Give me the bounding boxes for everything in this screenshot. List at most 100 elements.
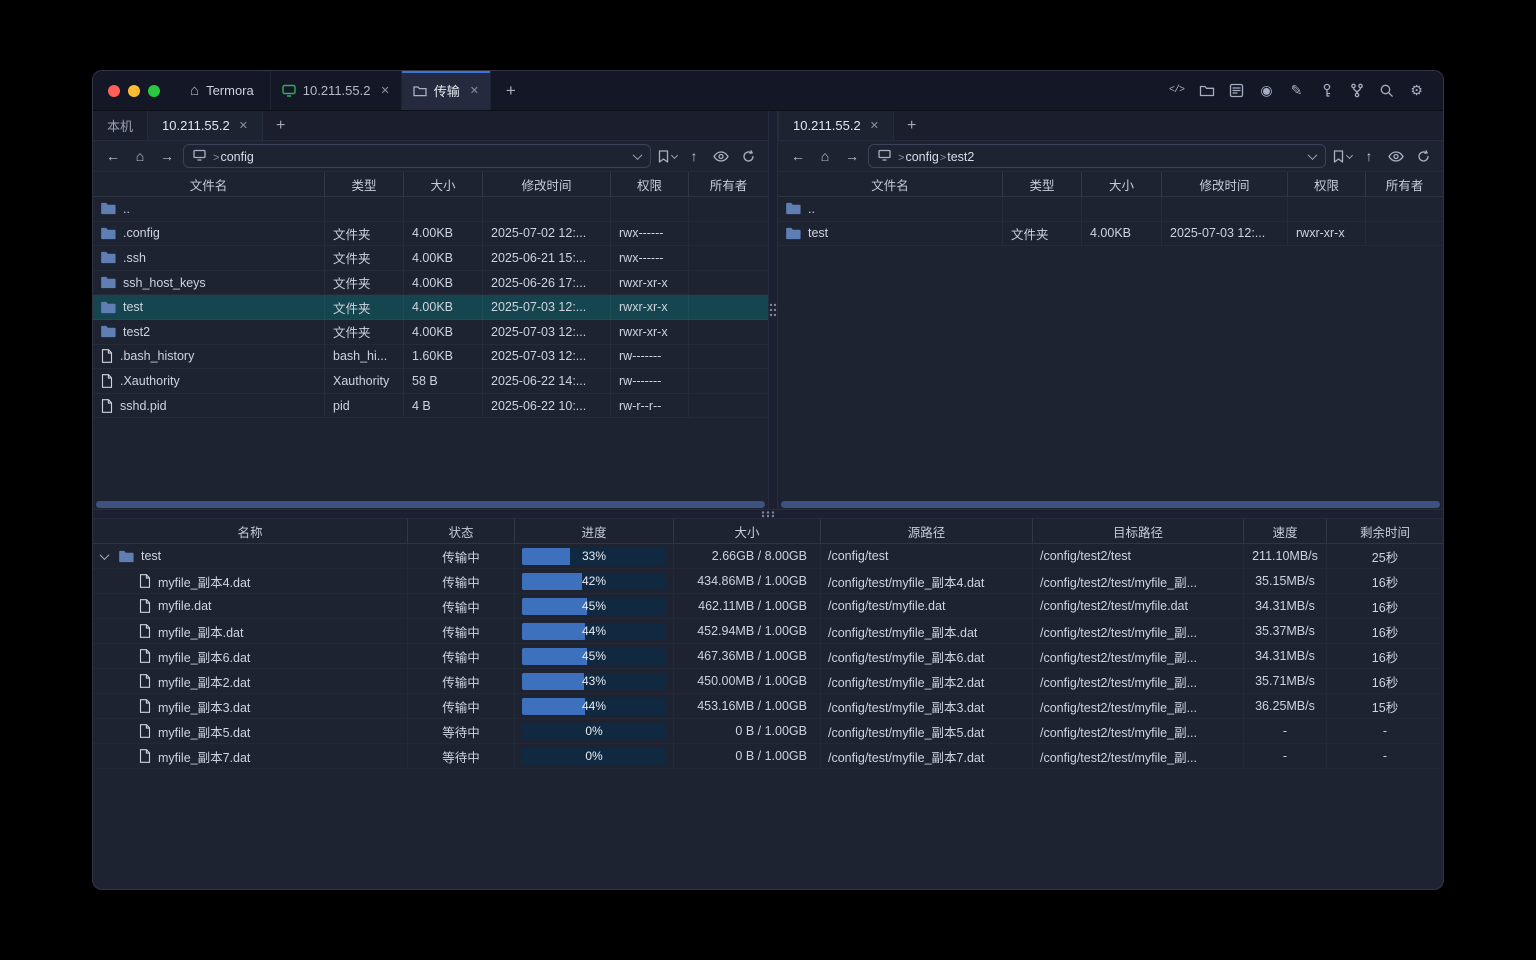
forward-icon[interactable]: → (841, 145, 863, 167)
tab-remote-host[interactable]: 10.211.55.2 ✕ (778, 111, 894, 140)
column-header[interactable]: 修改时间 (1162, 172, 1288, 197)
file-row[interactable]: test 文件夹 4.00KB 2025-07-03 12:... rwxr-x… (93, 295, 768, 320)
settings-icon[interactable]: ⚙ (1405, 79, 1428, 102)
upload-icon[interactable]: ↑ (683, 145, 705, 167)
key-icon[interactable] (1315, 79, 1338, 102)
file-row[interactable]: .bash_history bash_hi... 1.60KB 2025-07-… (93, 345, 768, 370)
file-row[interactable]: .. (778, 197, 1443, 222)
path-bar[interactable]: >config (183, 144, 651, 168)
file-mtime: 2025-07-03 12:... (1162, 222, 1288, 247)
close-icon[interactable]: ✕ (870, 119, 879, 132)
transfer-row[interactable]: test 传输中 33% 2.66GB / 8.00GB /config/tes… (93, 544, 1443, 569)
column-header[interactable]: 速度 (1244, 519, 1327, 544)
new-tab-button[interactable]: + (491, 71, 531, 110)
column-header[interactable]: 大小 (674, 519, 821, 544)
column-header[interactable]: 文件名 (778, 172, 1003, 197)
file-row[interactable]: .ssh 文件夹 4.00KB 2025-06-21 15:... rwx---… (93, 246, 768, 271)
file-icon (101, 399, 113, 413)
log-icon[interactable] (1225, 79, 1248, 102)
column-header[interactable]: 权限 (1288, 172, 1366, 197)
transfer-row[interactable]: myfile.dat 传输中 45% 462.11MB / 1.00GB /co… (93, 594, 1443, 619)
column-header[interactable]: 所有者 (1366, 172, 1443, 197)
column-header[interactable]: 名称 (93, 519, 408, 544)
column-header[interactable]: 类型 (1003, 172, 1082, 197)
column-header[interactable]: 所有者 (689, 172, 768, 197)
horizontal-splitter[interactable] (93, 509, 1443, 519)
branch-icon[interactable] (1345, 79, 1368, 102)
transfer-row[interactable]: myfile_副本2.dat 传输中 43% 450.00MB / 1.00GB… (93, 669, 1443, 694)
file-row[interactable]: .Xauthority Xauthority 58 B 2025-06-22 1… (93, 369, 768, 394)
file-row[interactable]: .config 文件夹 4.00KB 2025-07-02 12:... rwx… (93, 222, 768, 247)
horizontal-scrollbar[interactable] (778, 500, 1443, 509)
edit-icon[interactable]: ✎ (1285, 79, 1308, 102)
close-icon[interactable]: ✕ (380, 84, 389, 97)
close-window-button[interactable] (108, 85, 120, 97)
home-icon[interactable]: ⌂ (814, 145, 836, 167)
folder-icon (101, 202, 116, 215)
transfer-row[interactable]: myfile_副本.dat 传输中 44% 452.94MB / 1.00GB … (93, 619, 1443, 644)
code-icon[interactable]: </> (1165, 79, 1188, 102)
minimize-window-button[interactable] (128, 85, 140, 97)
transfer-row[interactable]: myfile_副本6.dat 传输中 45% 467.36MB / 1.00GB… (93, 644, 1443, 669)
folder-icon[interactable] (1195, 79, 1218, 102)
vertical-splitter[interactable] (768, 111, 778, 509)
horizontal-scrollbar[interactable] (93, 500, 768, 509)
transfer-size: 452.94MB / 1.00GB (674, 619, 821, 644)
forward-icon[interactable]: → (156, 145, 178, 167)
close-icon[interactable]: ✕ (470, 84, 479, 97)
scrollbar-thumb[interactable] (96, 501, 765, 508)
column-header[interactable]: 大小 (404, 172, 483, 197)
chevron-down-icon[interactable] (633, 150, 643, 160)
refresh-icon[interactable] (1412, 145, 1434, 167)
column-header[interactable]: 类型 (325, 172, 404, 197)
new-pane-tab-button[interactable]: + (263, 111, 298, 140)
column-header[interactable]: 源路径 (821, 519, 1033, 544)
column-header[interactable]: 进度 (515, 519, 674, 544)
path-segment[interactable]: config (220, 150, 253, 164)
file-icon (139, 674, 151, 688)
transfer-row[interactable]: myfile_副本3.dat 传输中 44% 453.16MB / 1.00GB… (93, 694, 1443, 719)
transfer-size: 0 B / 1.00GB (674, 719, 821, 744)
column-header[interactable]: 目标路径 (1033, 519, 1244, 544)
column-header[interactable]: 文件名 (93, 172, 325, 197)
tab-local[interactable]: 本机 (93, 111, 147, 140)
transfer-row[interactable]: myfile_副本4.dat 传输中 42% 434.86MB / 1.00GB… (93, 569, 1443, 594)
column-header[interactable]: 修改时间 (483, 172, 611, 197)
column-header[interactable]: 大小 (1082, 172, 1162, 197)
scrollbar-thumb[interactable] (781, 501, 1440, 508)
zoom-window-button[interactable] (148, 85, 160, 97)
file-row[interactable]: ssh_host_keys 文件夹 4.00KB 2025-06-26 17:.… (93, 271, 768, 296)
home-icon[interactable]: ⌂ (129, 145, 151, 167)
upload-icon[interactable]: ↑ (1358, 145, 1380, 167)
column-header[interactable]: 剩余时间 (1327, 519, 1443, 544)
file-row[interactable]: test2 文件夹 4.00KB 2025-07-03 12:... rwxr-… (93, 320, 768, 345)
tab-transfer[interactable]: 传输 ✕ (401, 71, 491, 110)
eye-icon[interactable] (710, 145, 732, 167)
file-row[interactable]: sshd.pid pid 4 B 2025-06-22 10:... rw-r-… (93, 394, 768, 419)
file-row[interactable]: .. (93, 197, 768, 222)
path-segment[interactable]: test2 (947, 150, 974, 164)
bookmark-icon[interactable] (1331, 145, 1353, 167)
tab-app-home[interactable]: ⌂ Termora (174, 71, 270, 110)
transfer-row[interactable]: myfile_副本5.dat 等待中 0% 0 B / 1.00GB /conf… (93, 719, 1443, 744)
bookmark-icon[interactable] (656, 145, 678, 167)
eye-icon[interactable] (1385, 145, 1407, 167)
transfer-row[interactable]: myfile_副本7.dat 等待中 0% 0 B / 1.00GB /conf… (93, 744, 1443, 769)
tab-remote-host[interactable]: 10.211.55.2 ✕ (147, 111, 263, 140)
back-icon[interactable]: ← (102, 145, 124, 167)
chevron-down-icon[interactable] (1308, 150, 1318, 160)
back-icon[interactable]: ← (787, 145, 809, 167)
file-row[interactable]: test 文件夹 4.00KB 2025-07-03 12:... rwxr-x… (778, 222, 1443, 247)
path-bar[interactable]: >config>test2 (868, 144, 1326, 168)
refresh-icon[interactable] (737, 145, 759, 167)
collapse-chevron-icon[interactable] (100, 550, 110, 560)
search-icon[interactable] (1375, 79, 1398, 102)
new-pane-tab-button[interactable]: + (894, 111, 929, 140)
column-header[interactable]: 权限 (611, 172, 689, 197)
column-header[interactable]: 状态 (408, 519, 515, 544)
record-icon[interactable]: ◉ (1255, 79, 1278, 102)
file-type: 文件夹 (325, 295, 404, 320)
tab-host-session[interactable]: 10.211.55.2 ✕ (270, 71, 401, 110)
path-segment[interactable]: config (905, 150, 938, 164)
close-icon[interactable]: ✕ (239, 119, 248, 132)
